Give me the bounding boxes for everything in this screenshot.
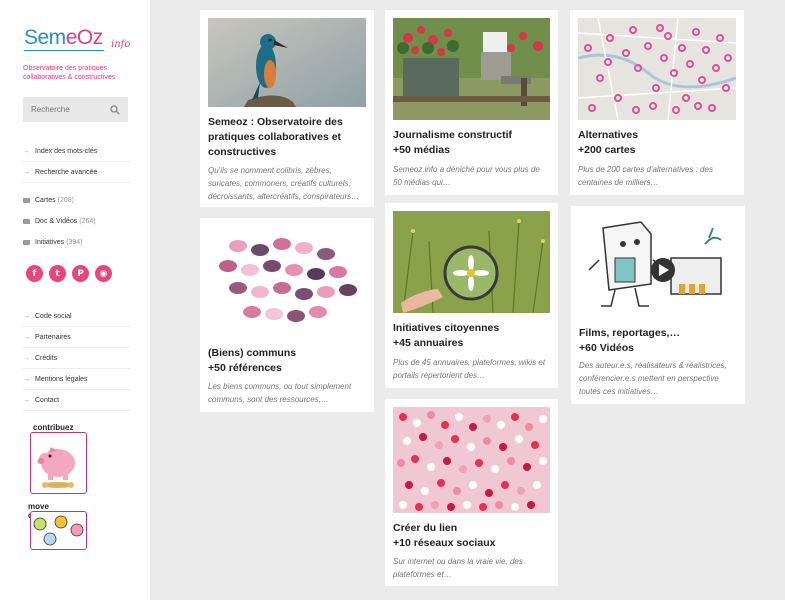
arrow-right-icon: → (23, 147, 30, 155)
card-title-line: Journalisme constructif (393, 129, 513, 141)
card-title-line: Créer du lien (393, 522, 458, 534)
arrow-right-icon: → (23, 396, 30, 404)
card-title-line: Alternatives (578, 129, 639, 141)
card-initiatives-citoyennes[interactable]: Initiatives citoyennes +45 annuaires Plu… (385, 203, 558, 388)
card-desc-line: conférencier.e.s mettent en perspective (579, 374, 719, 383)
nav-item-code-social[interactable]: → Code social (23, 306, 130, 327)
card-title-line: +50 références (208, 362, 282, 374)
nav-item-contact[interactable]: → Contact (23, 390, 130, 411)
arrow-right-icon: → (23, 375, 30, 383)
card-desc-line: Plus de 45 annuaires, plateformes, wikis… (393, 358, 546, 367)
card-desc-line: Des auteur.e.s, réalisateurs & réalistri… (579, 361, 727, 370)
card-journalisme[interactable]: Journalisme constructif +50 médias Semeo… (385, 10, 558, 195)
card-films-reportages[interactable]: Films, reportages,… +60 Vidéos Des auteu… (571, 206, 745, 404)
nav-top: → Index des mots-clés → Recherche avancée (23, 141, 130, 183)
card-desc-line: suricates, commoners, créatifs culturels… (208, 179, 351, 188)
card-desc-line: toutes ces initiatives… (579, 387, 659, 396)
category-item-initiatives[interactable]: Initiatives (394) (23, 232, 130, 253)
nav-item-advanced-search[interactable]: → Recherche avancée (23, 162, 130, 183)
site-tagline: Observatoire des pratiques collaborative… (23, 65, 116, 81)
rss-icon[interactable]: ◉ (95, 265, 112, 282)
logo-text: SemeOz (24, 26, 103, 49)
card-desc-line: 50 médias qui… (393, 178, 451, 187)
site-logo[interactable]: SemeOz info (24, 26, 134, 56)
card-title-line: +10 réseaux sociaux (393, 537, 496, 549)
logo-underline (24, 50, 104, 51)
nav-item-partenaires[interactable]: → Partenaires (23, 327, 130, 348)
card-desc-line: plateformes et… (393, 570, 452, 579)
arrow-right-icon: → (23, 333, 30, 341)
arrow-right-icon: → (23, 354, 30, 362)
card-desc-line: Sur internet ou dans la vraie vie, des (393, 557, 523, 566)
cartoon-video-image (579, 214, 737, 314)
twitter-icon[interactable]: t (49, 265, 66, 282)
map-image (578, 18, 736, 120)
card-title-line: +60 Vidéos (579, 342, 634, 354)
search-icon[interactable] (110, 104, 120, 115)
card-semeoz[interactable]: Semeoz : Observatoire des pratiques coll… (200, 10, 374, 207)
magnifier-flower-image (393, 211, 550, 313)
folder-icon (23, 240, 30, 245)
category-item-doc-videos[interactable]: Doc & Vidéos (264) (23, 211, 130, 232)
nav-item-credits[interactable]: → Crédits (23, 348, 130, 369)
sidebar: SemeOz info Observatoire des pratiques c… (0, 0, 150, 600)
card-title-line: +50 médias (393, 144, 450, 156)
heart-sprinkles-image (393, 407, 550, 513)
card-title-line: Initiatives citoyennes (393, 322, 500, 334)
card-biens-communs[interactable]: (Biens) communs +50 références Les biens… (200, 218, 374, 412)
card-title-line: Semeoz : Observatoire des (208, 116, 343, 128)
move-commons-button[interactable] (30, 511, 87, 550)
folder-icon (23, 219, 30, 224)
arrow-right-icon: → (23, 168, 30, 176)
facebook-icon[interactable]: f (26, 265, 43, 282)
logo-subtext: info (111, 39, 131, 50)
flowers-reader-image (393, 18, 550, 120)
card-desc-line: centaines de milliers… (578, 178, 659, 187)
arrow-right-icon: → (23, 312, 30, 320)
card-desc-line: portails répertorient des… (393, 371, 486, 380)
pinterest-icon[interactable]: P (72, 265, 89, 282)
card-desc-line: décroissants, altercréatifs, conspirateu… (208, 192, 360, 201)
card-title-line: constructives (208, 146, 277, 158)
card-title-line: Films, reportages,… (579, 327, 680, 339)
card-alternatives[interactable]: Alternatives +200 cartes Plus de 200 car… (570, 10, 744, 195)
piggy-bank-icon (37, 447, 75, 488)
card-desc-line: Qu'ils se nomment colibris, zèbres, (208, 166, 332, 175)
card-title-line: pratiques collaboratives et (208, 131, 342, 143)
move-commons-icons (33, 515, 84, 546)
nav-item-index[interactable]: → Index des mots-clés (23, 141, 130, 162)
piggy-bank-button[interactable] (30, 432, 87, 494)
social-links: f t P ◉ (26, 265, 112, 282)
search-box (23, 97, 128, 122)
category-list: Cartes (208) Doc & Vidéos (264) Initiative… (23, 190, 130, 253)
card-creer-du-lien[interactable]: Créer du lien +10 réseaux sociaux Sur in… (385, 399, 558, 586)
search-input[interactable] (31, 105, 101, 114)
category-item-cartes[interactable]: Cartes (208) (23, 190, 130, 211)
card-desc-line: Plus de 200 cartes d'alternatives : des (578, 165, 713, 174)
contribuez-label: contribuez (33, 423, 74, 432)
card-desc-line: communs, sont des ressources,… (208, 395, 329, 404)
kingfisher-image (208, 18, 366, 107)
card-title-line: +200 cartes (578, 144, 636, 156)
card-title-line: (Biens) communs (208, 347, 297, 359)
beans-image (208, 226, 366, 338)
folder-icon (23, 198, 30, 203)
nav-item-mentions-legales[interactable]: → Mentions légales (23, 369, 130, 390)
card-title-line: +45 annuaires (393, 337, 464, 349)
card-desc-line: Les biens communs, ou tout simplement (208, 382, 352, 391)
nav-bottom: → Code social → Partenaires → Crédits → Ment… (23, 306, 130, 411)
card-desc-line: Semeoz.info a déniché pour vous plus de (393, 165, 540, 174)
